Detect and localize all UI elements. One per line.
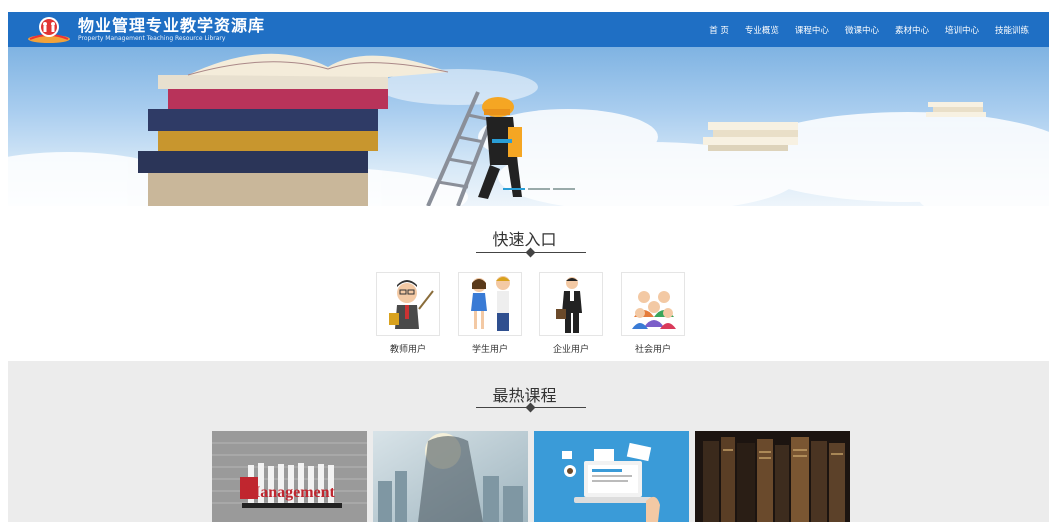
main-nav: 首 页 专业概览 课程中心 微课中心 素材中心 培训中心 技能训练 [693, 12, 1029, 47]
hero-banner[interactable] [8, 47, 1049, 206]
course-card-city[interactable] [373, 431, 528, 522]
laptop-office-thumb [534, 431, 689, 522]
site-title: 物业管理专业教学资源库 [78, 15, 266, 35]
nav-microcourse-center[interactable]: 微课中心 [845, 24, 879, 36]
community-icon [621, 272, 685, 336]
entry-public[interactable]: 社会用户 [621, 272, 685, 355]
logo-emblem-icon [26, 15, 72, 45]
management-books-thumb: Management [212, 431, 367, 522]
entry-teacher-label: 教师用户 [389, 345, 426, 355]
students-icon [458, 272, 522, 336]
banner-dot-2[interactable] [528, 188, 550, 190]
course-card-management[interactable]: Management [212, 431, 367, 522]
nav-home[interactable]: 首 页 [709, 24, 729, 36]
entry-enterprise-label: 企业用户 [552, 345, 589, 355]
nav-material-center[interactable]: 素材中心 [895, 24, 929, 36]
course-card-office[interactable] [534, 431, 689, 522]
banner-pagination [503, 188, 578, 190]
course-thumb-caption: Management [245, 484, 335, 501]
site-logo[interactable]: 物业管理专业教学资源库 Property Management Teaching… [26, 15, 265, 45]
top-header: 物业管理专业教学资源库 Property Management Teaching… [8, 12, 1049, 47]
hot-courses-divider [476, 402, 586, 413]
quick-entry-divider [476, 247, 586, 258]
nav-major-overview[interactable]: 专业概览 [745, 24, 779, 36]
bookshelf-thumb [695, 431, 850, 522]
quick-entry-title: 快速入口 [492, 230, 557, 249]
entry-public-label: 社会用户 [634, 345, 671, 355]
nav-training-center[interactable]: 培训中心 [945, 24, 979, 36]
banner-dot-3[interactable] [553, 188, 575, 190]
banner-dot-1[interactable] [503, 188, 525, 190]
entry-teacher[interactable]: 教师用户 [376, 272, 440, 355]
worker-figure [478, 97, 522, 199]
banner-illustration [8, 53, 1049, 206]
nav-course-center[interactable]: 课程中心 [795, 24, 829, 36]
nav-skill-training[interactable]: 技能训练 [995, 24, 1029, 36]
teacher-icon [376, 272, 440, 336]
entry-student[interactable]: 学生用户 [458, 272, 522, 355]
course-card-bookshelf[interactable] [695, 431, 850, 522]
businessman-icon [539, 272, 603, 336]
entry-enterprise[interactable]: 企业用户 [539, 272, 603, 355]
site-subtitle: Property Management Teaching Resource Li… [78, 34, 226, 42]
entry-student-label: 学生用户 [471, 345, 508, 355]
city-businessman-thumb [373, 431, 528, 522]
